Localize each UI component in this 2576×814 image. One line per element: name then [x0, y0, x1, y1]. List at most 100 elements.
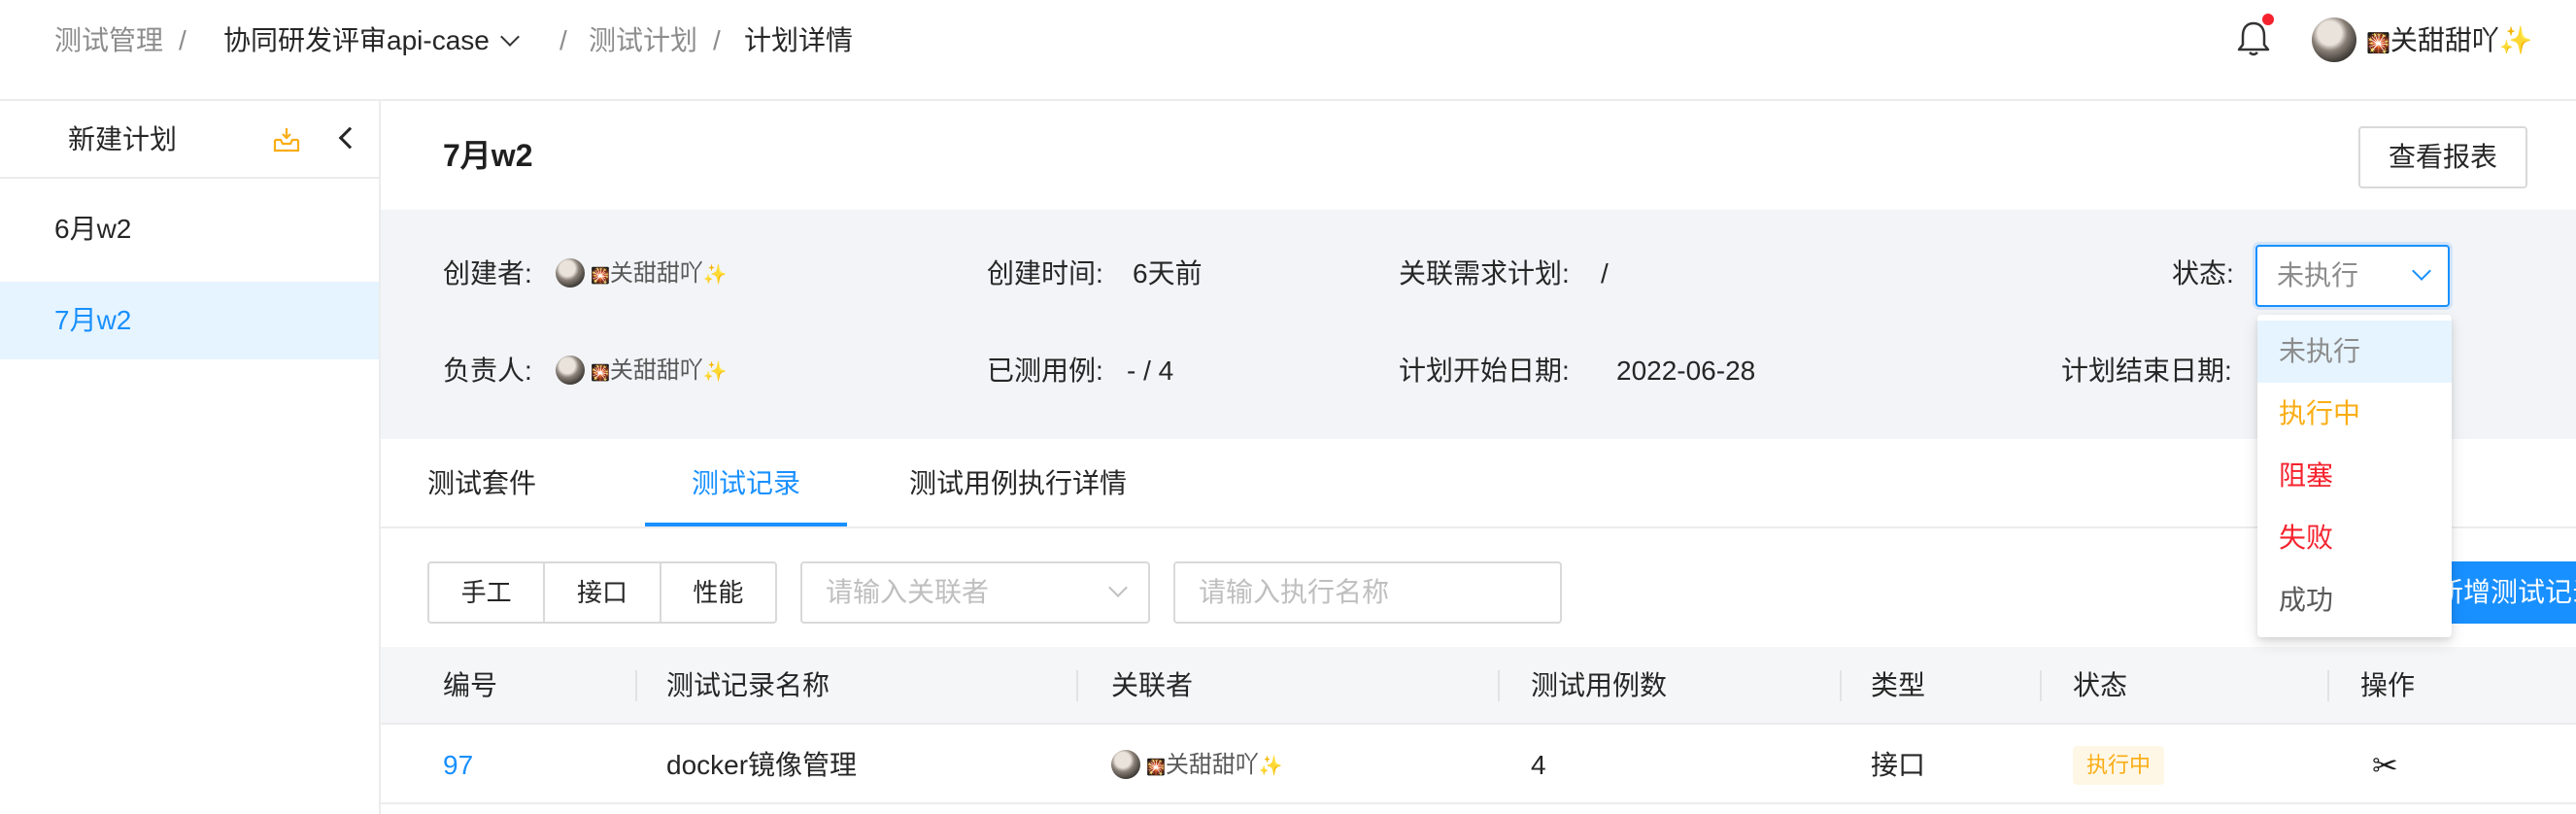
plan-end-date-label: 计划结束日期: [2061, 356, 2232, 386]
table-row: 97 docker镜像管理 🎇关甜甜吖✨ 4 接口 执行中 ✂ [381, 725, 2576, 804]
plan-start-date-value: 2022-06-28 [1616, 356, 1756, 386]
linked-requirement-label: 关联需求计划: [1399, 258, 1570, 288]
status-option-failed[interactable]: 失败 [2257, 507, 2452, 569]
breadcrumb-separator: / [559, 25, 567, 55]
import-icon[interactable] [272, 126, 301, 153]
plan-info-panel: 创建者: 🎇关甜甜吖✨ 创建时间: 6天前 关联需求计划: / 状态: 未执行 … [381, 210, 2576, 439]
related-user-select[interactable]: 请输入关联者 [800, 561, 1150, 624]
tab-case-execution-detail[interactable]: 测试用例执行详情 [909, 462, 1127, 505]
sparkle-icon: ✨ [2498, 25, 2533, 55]
user-prefix-icon: 🎇 [1146, 760, 1166, 776]
tab-test-records[interactable]: 测试记录 [692, 462, 800, 505]
chevron-down-icon [499, 27, 520, 47]
column-divider [2040, 670, 2042, 701]
top-header: 测试管理 / 协同研发评审api-case / 测试计划 / 计划详情 🎇关甜甜… [0, 0, 2576, 101]
sidebar-header: 新建计划 [0, 101, 379, 179]
column-header-status: 状态 [2073, 670, 2128, 700]
column-header-name: 测试记录名称 [666, 670, 830, 700]
user-prefix-icon: 🎇 [591, 365, 610, 382]
column-divider [2327, 670, 2329, 701]
new-plan-button[interactable]: 新建计划 [68, 119, 177, 161]
status-option-success[interactable]: 成功 [2257, 569, 2452, 631]
created-time-value: 6天前 [1133, 258, 1203, 288]
record-id-link[interactable]: 97 [443, 744, 473, 787]
status-select-value: 未执行 [2277, 260, 2359, 290]
plan-start-date-label: 计划开始日期: [1399, 356, 1570, 386]
column-header-id: 编号 [443, 670, 498, 700]
column-header-case-count: 测试用例数 [1531, 670, 1668, 700]
column-divider [1498, 670, 1500, 701]
sidebar-item-plan[interactable]: 6月w2 [0, 190, 379, 268]
owner-label: 负责人: [443, 356, 532, 386]
user-prefix-icon: 🎇 [591, 268, 610, 285]
avatar [556, 355, 585, 385]
status-badge: 执行中 [2073, 746, 2165, 785]
user-menu[interactable]: 🎇关甜甜吖✨ [2366, 19, 2533, 65]
tab-test-suite[interactable]: 测试套件 [427, 462, 536, 505]
record-case-count: 4 [1531, 750, 1546, 780]
record-name: docker镜像管理 [666, 750, 858, 780]
segment-manual[interactable]: 手工 [429, 563, 546, 622]
record-related-user: 🎇关甜甜吖✨ [1111, 746, 1283, 788]
status-select[interactable]: 未执行 [2255, 245, 2450, 307]
column-divider [1076, 670, 1078, 701]
chevron-down-icon [1108, 578, 1128, 597]
avatar[interactable] [2312, 17, 2356, 62]
sparkle-icon: ✨ [702, 264, 728, 286]
creator-name: 关甜甜吖 [609, 260, 703, 287]
scissors-icon[interactable]: ✂ [2372, 744, 2398, 787]
breadcrumb-plan-detail: 计划详情 [744, 25, 854, 55]
page-title: 7月w2 [443, 138, 533, 173]
created-time-label: 创建时间: [987, 258, 1103, 288]
execution-name-input[interactable]: 请输入执行名称 [1173, 561, 1562, 624]
table-header: 编号 测试记录名称 关联者 测试用例数 类型 状态 操作 [381, 647, 2576, 725]
breadcrumb-separator: / [179, 25, 186, 55]
column-header-type: 类型 [1871, 670, 1926, 700]
related-user-placeholder: 请输入关联者 [826, 577, 990, 607]
breadcrumb-project-selector[interactable]: 协同研发评审api-case [223, 19, 520, 62]
status-option-not-executed[interactable]: 未执行 [2257, 321, 2452, 383]
status-dropdown-menu: 未执行 执行中 阻塞 失败 成功 [2257, 315, 2452, 637]
add-test-record-button[interactable]: 新增测试记录 [2436, 561, 2576, 624]
status-option-blocked[interactable]: 阻塞 [2257, 445, 2452, 507]
linked-requirement-value: / [1601, 258, 1609, 288]
status-label: 状态: [2172, 258, 2234, 288]
record-type: 接口 [1871, 750, 1926, 780]
plan-sidebar: 新建计划 6月w2 7月w2 [0, 101, 381, 814]
tested-cases-label: 已测用例: [987, 356, 1103, 386]
user-name: 关甜甜吖 [2390, 25, 2499, 55]
bell-icon[interactable] [2236, 19, 2271, 58]
segment-performance[interactable]: 性能 [661, 563, 775, 622]
sparkle-icon: ✨ [702, 361, 728, 383]
execution-name-placeholder: 请输入执行名称 [1199, 577, 1390, 607]
active-tab-indicator [645, 523, 847, 526]
notification-dot [2262, 14, 2274, 25]
plan-title-bar: 7月w2 查看报表 [381, 101, 2576, 210]
owner-name: 关甜甜吖 [609, 357, 703, 384]
avatar [1111, 749, 1140, 779]
tab-bar: 测试套件 测试记录 测试用例执行详情 [381, 439, 2576, 528]
breadcrumb-test-plan[interactable]: 测试计划 [589, 19, 697, 62]
segment-api[interactable]: 接口 [545, 563, 661, 622]
column-divider [1840, 670, 1842, 701]
sidebar-item-plan-active[interactable]: 7月w2 [0, 282, 379, 359]
main-content: 7月w2 查看报表 创建者: 🎇关甜甜吖✨ 创建时间: 6天前 关联需求计划: … [381, 101, 2576, 814]
tested-cases-value: - / 4 [1127, 356, 1174, 386]
view-report-button[interactable]: 查看报表 [2358, 126, 2527, 188]
avatar [556, 257, 585, 288]
related-user-name: 关甜甜吖 [1165, 752, 1259, 778]
breadcrumb-test-management[interactable]: 测试管理 [54, 19, 163, 62]
column-divider [635, 670, 637, 701]
creator-label: 创建者: [443, 258, 532, 288]
breadcrumb-project-label: 协同研发评审api-case [223, 25, 490, 55]
owner-value: 🎇关甜甜吖✨ [556, 352, 728, 393]
collapse-sidebar-icon[interactable] [338, 126, 361, 150]
breadcrumb-separator: / [713, 25, 721, 55]
user-prefix-icon: 🎇 [2366, 33, 2390, 54]
column-header-actions: 操作 [2360, 670, 2416, 700]
sparkle-icon: ✨ [1258, 756, 1283, 777]
status-option-in-progress[interactable]: 执行中 [2257, 383, 2452, 445]
type-segmented-control: 手工 接口 性能 [427, 561, 777, 624]
creator-value: 🎇关甜甜吖✨ [556, 254, 728, 296]
filter-bar: 手工 接口 性能 请输入关联者 请输入执行名称 新增测试记录 [381, 528, 2576, 635]
